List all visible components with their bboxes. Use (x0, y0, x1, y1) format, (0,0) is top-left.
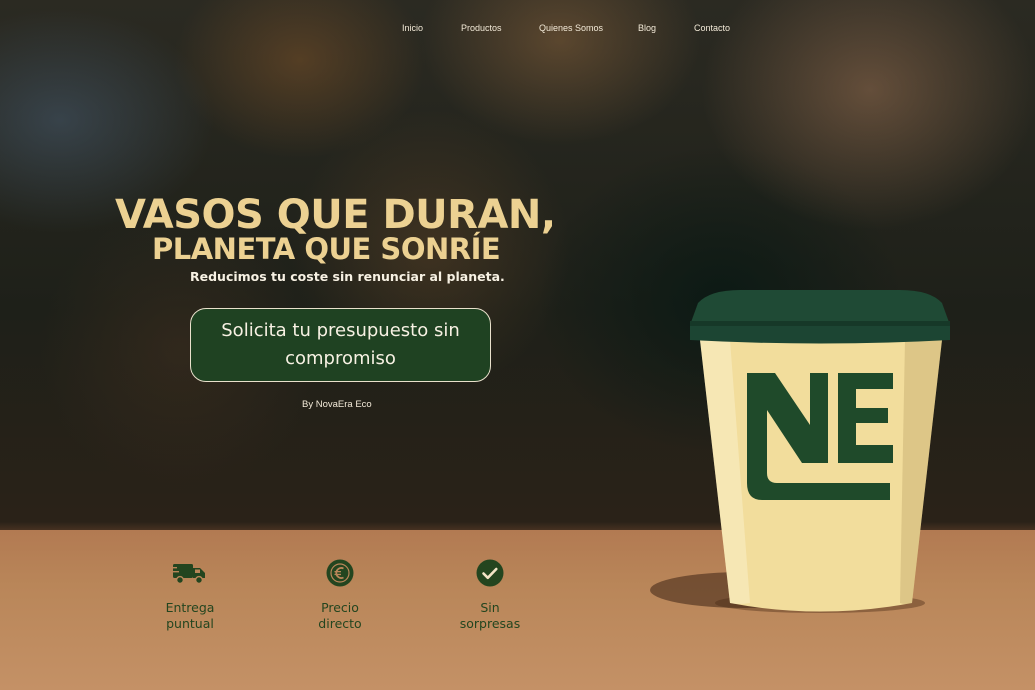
hero-subtitle: Reducimos tu coste sin renunciar al plan… (190, 269, 505, 284)
feature-entrega-puntual: Entrega puntual (130, 558, 250, 632)
delivery-truck-icon (171, 558, 205, 588)
nav-link-contacto[interactable]: Contacto (694, 23, 730, 33)
feature-label-line1: Precio (321, 600, 359, 615)
feature-precio-directo: Precio directo (280, 558, 400, 632)
feature-label-line1: Sin (480, 600, 500, 615)
feature-sin-sorpresas: Sin sorpresas (430, 558, 550, 632)
euro-icon (325, 558, 355, 588)
brand-byline: By NovaEra Eco (302, 399, 372, 410)
nav-link-blog[interactable]: Blog (638, 23, 656, 33)
feature-label-line1: Entrega (165, 600, 215, 615)
feature-label-line2: sorpresas (459, 616, 521, 631)
hero-section: Inicio Productos Quienes Somos Blog Cont… (0, 0, 1035, 690)
feature-label-line2: puntual (166, 616, 214, 631)
cta-label-line1: Solicita tu presupuesto sin (221, 320, 460, 341)
product-cup-image (650, 285, 970, 625)
main-nav: Inicio Productos Quienes Somos Blog Cont… (0, 23, 1035, 37)
nav-link-inicio[interactable]: Inicio (402, 23, 423, 33)
nav-link-quienes-somos[interactable]: Quienes Somos (539, 23, 603, 33)
hero-headline-line2: PLANETA QUE SONRÍE (152, 232, 501, 266)
feature-label-line2: directo (318, 616, 362, 631)
nav-link-productos[interactable]: Productos (461, 23, 502, 33)
check-circle-icon (475, 558, 505, 588)
request-quote-button[interactable]: Solicita tu presupuesto sin compromiso (190, 308, 491, 382)
cta-label-line2: compromiso (285, 348, 396, 369)
